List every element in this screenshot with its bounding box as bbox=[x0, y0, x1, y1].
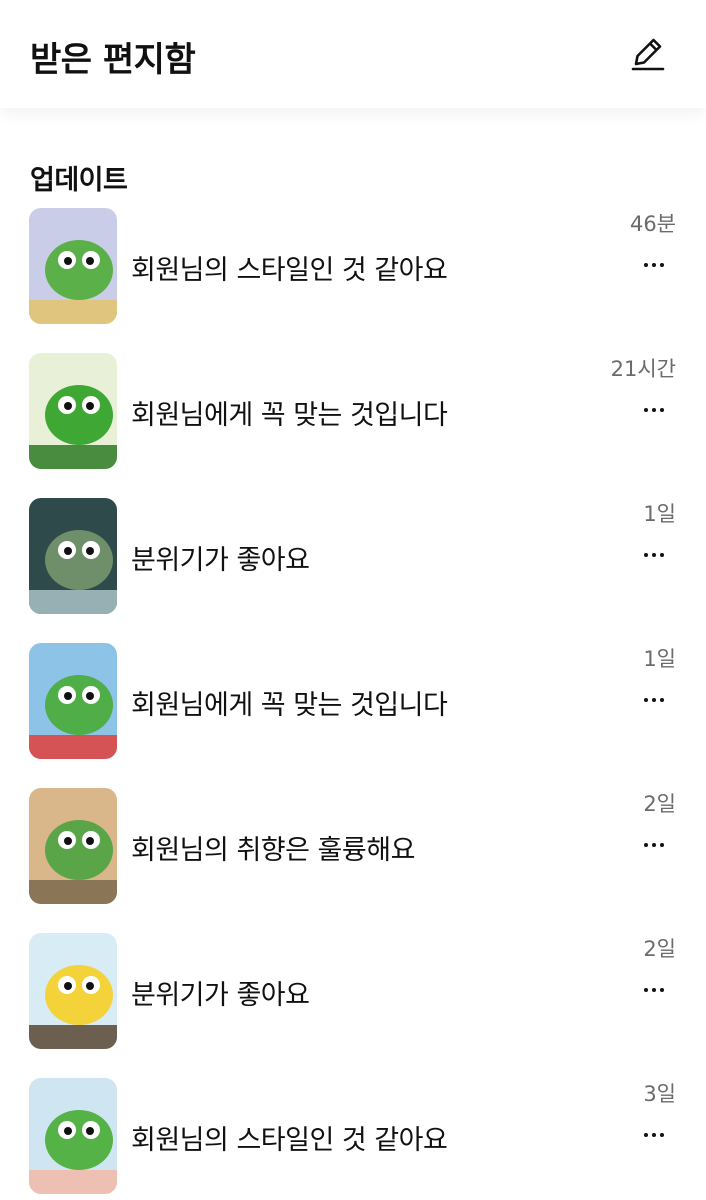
update-message: 분위기가 좋아요 bbox=[131, 545, 310, 576]
section-title-updates: 업데이트 bbox=[30, 165, 128, 196]
list-item[interactable]: 회원님의 스타일인 것 같아요 46분 bbox=[0, 206, 706, 351]
more-horizontal-icon bbox=[644, 263, 664, 267]
pencil-edit-icon bbox=[631, 38, 665, 71]
update-time: 1일 bbox=[643, 502, 676, 526]
thumbnail-image bbox=[29, 1078, 117, 1194]
update-thumbnail[interactable] bbox=[29, 643, 117, 759]
update-thumbnail[interactable] bbox=[29, 353, 117, 469]
thumbnail-image bbox=[29, 933, 117, 1049]
update-thumbnail[interactable] bbox=[29, 933, 117, 1049]
thumbnail-image bbox=[29, 788, 117, 904]
update-time: 3일 bbox=[643, 1082, 676, 1106]
more-horizontal-icon bbox=[644, 843, 664, 847]
more-options-button[interactable] bbox=[630, 250, 678, 280]
update-time: 2일 bbox=[643, 792, 676, 816]
thumbnail-image bbox=[29, 208, 117, 324]
update-message: 회원님의 스타일인 것 같아요 bbox=[131, 1125, 448, 1156]
page-title: 받은 편지함 bbox=[30, 40, 196, 80]
update-message: 회원님의 취향은 훌륭해요 bbox=[131, 835, 415, 866]
update-thumbnail[interactable] bbox=[29, 788, 117, 904]
update-message: 회원님에게 꼭 맞는 것입니다 bbox=[131, 400, 448, 431]
more-horizontal-icon bbox=[644, 408, 664, 412]
list-item[interactable]: 분위기가 좋아요 1일 bbox=[0, 496, 706, 641]
more-options-button[interactable] bbox=[630, 540, 678, 570]
update-thumbnail[interactable] bbox=[29, 498, 117, 614]
update-message: 회원님에게 꼭 맞는 것입니다 bbox=[131, 690, 448, 721]
update-message: 분위기가 좋아요 bbox=[131, 980, 310, 1011]
more-horizontal-icon bbox=[644, 553, 664, 557]
more-options-button[interactable] bbox=[630, 395, 678, 425]
more-horizontal-icon bbox=[644, 1133, 664, 1137]
more-horizontal-icon bbox=[644, 988, 664, 992]
update-message: 회원님의 스타일인 것 같아요 bbox=[131, 255, 448, 286]
more-options-button[interactable] bbox=[630, 1120, 678, 1150]
update-time: 2일 bbox=[643, 937, 676, 961]
thumbnail-image bbox=[29, 353, 117, 469]
update-thumbnail[interactable] bbox=[29, 1078, 117, 1194]
compose-button[interactable] bbox=[626, 32, 670, 76]
update-list: 회원님의 스타일인 것 같아요 46분회원님에게 꼭 맞는 것입니다 21시간분위기… bbox=[0, 206, 706, 1200]
update-time: 1일 bbox=[643, 647, 676, 671]
more-horizontal-icon bbox=[644, 698, 664, 702]
update-thumbnail[interactable] bbox=[29, 208, 117, 324]
thumbnail-image bbox=[29, 498, 117, 614]
list-item[interactable]: 회원님에게 꼭 맞는 것입니다 1일 bbox=[0, 641, 706, 786]
app-header: 받은 편지함 bbox=[0, 0, 706, 108]
more-options-button[interactable] bbox=[630, 830, 678, 860]
more-options-button[interactable] bbox=[630, 685, 678, 715]
list-item[interactable]: 회원님의 취향은 훌륭해요 2일 bbox=[0, 786, 706, 931]
list-item[interactable]: 분위기가 좋아요 2일 bbox=[0, 931, 706, 1076]
update-time: 21시간 bbox=[610, 357, 676, 381]
update-time: 46분 bbox=[629, 212, 676, 236]
more-options-button[interactable] bbox=[630, 975, 678, 1005]
list-item[interactable]: 회원님의 스타일인 것 같아요 3일 bbox=[0, 1076, 706, 1200]
list-item[interactable]: 회원님에게 꼭 맞는 것입니다 21시간 bbox=[0, 351, 706, 496]
thumbnail-image bbox=[29, 643, 117, 759]
